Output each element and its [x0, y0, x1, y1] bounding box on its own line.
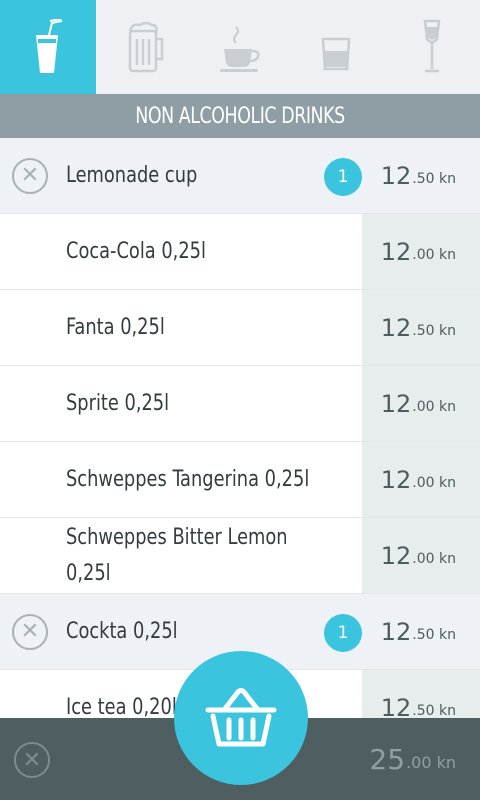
tab-spirits[interactable]: [288, 0, 384, 94]
tab-beer[interactable]: [96, 0, 192, 94]
item-price: 12.00 kn: [381, 442, 456, 517]
item-name: Schweppes Bitter Lemon 0,25l: [66, 524, 288, 586]
wine-glass-icon: [423, 19, 441, 73]
quantity-badge: 1: [324, 158, 362, 196]
item-name: Cockta 0,25l: [66, 618, 178, 644]
item-name: Fanta 0,25l: [66, 314, 165, 340]
price-cents: .50 kn: [412, 170, 456, 187]
total-main: 25: [369, 742, 406, 776]
price-cents: .50 kn: [412, 702, 456, 719]
close-icon: ✕: [20, 619, 40, 644]
coffee-cup-icon: [220, 26, 260, 72]
product-list[interactable]: ✕ Lemonade cup 1 12.50 kn Coca-Cola 0,25…: [0, 138, 480, 718]
price-main: 12: [380, 465, 412, 494]
price-main: 12: [380, 389, 412, 418]
item-price: 12.50 kn: [381, 290, 456, 365]
price-main: 12: [380, 617, 412, 646]
section-header: NON ALCOHOLIC DRINKS: [0, 94, 480, 138]
list-item[interactable]: Coca-Cola 0,25l 12.00 kn: [0, 214, 480, 290]
price-main: 12: [380, 161, 412, 190]
quantity-badge: 1: [324, 614, 362, 652]
price-cents: .00 kn: [412, 550, 456, 567]
price-cents: .00 kn: [412, 246, 456, 263]
close-icon: ✕: [22, 747, 42, 773]
section-title: NON ALCOHOLIC DRINKS: [135, 103, 345, 129]
total-cents: .00 kn: [406, 752, 456, 772]
item-price: 12.00 kn: [381, 366, 456, 441]
item-price: 12.00 kn: [381, 214, 456, 289]
tab-wine[interactable]: [384, 0, 480, 94]
remove-item-button[interactable]: ✕: [12, 614, 48, 650]
item-price: 12.50 kn: [381, 594, 456, 669]
item-name: Coca-Cola 0,25l: [66, 238, 206, 264]
item-name: Sprite 0,25l: [66, 390, 170, 416]
price-main: 12: [380, 693, 412, 719]
tab-coffee[interactable]: [192, 0, 288, 94]
soft-drink-icon: [36, 19, 63, 73]
item-price: 12.50 kn: [380, 670, 456, 719]
tab-soft-drinks[interactable]: [0, 0, 96, 94]
category-tabs: [0, 0, 480, 94]
list-item[interactable]: Fanta 0,25l 12.50 kn: [0, 290, 480, 366]
item-price: 12.50 kn: [381, 138, 456, 213]
item-name: Lemonade cup: [66, 162, 198, 188]
price-cents: .50 kn: [412, 626, 456, 643]
basket-button[interactable]: [174, 651, 308, 785]
list-item[interactable]: ✕ Lemonade cup 1 12.50 kn: [0, 138, 480, 214]
price-main: 12: [380, 237, 412, 266]
beer-mug-icon: [128, 21, 164, 73]
item-price: 12.00 kn: [381, 518, 456, 593]
item-name: Schweppes Tangerina 0,25l: [66, 466, 310, 492]
order-total: 25.00 kn: [369, 718, 456, 800]
basket-icon: [205, 688, 277, 747]
price-main: 12: [380, 313, 412, 342]
list-item[interactable]: Schweppes Bitter Lemon 0,25l 12.00 kn: [0, 518, 480, 594]
price-cents: .50 kn: [412, 322, 456, 339]
clear-order-button[interactable]: ✕: [14, 742, 50, 778]
price-cents: .00 kn: [412, 398, 456, 415]
shot-glass-icon: [321, 37, 351, 71]
price-main: 12: [380, 541, 412, 570]
close-icon: ✕: [20, 163, 40, 188]
list-item[interactable]: Schweppes Tangerina 0,25l 12.00 kn: [0, 442, 480, 518]
remove-item-button[interactable]: ✕: [12, 158, 48, 194]
price-cents: .00 kn: [412, 474, 456, 491]
list-item[interactable]: Sprite 0,25l 12.00 kn: [0, 366, 480, 442]
